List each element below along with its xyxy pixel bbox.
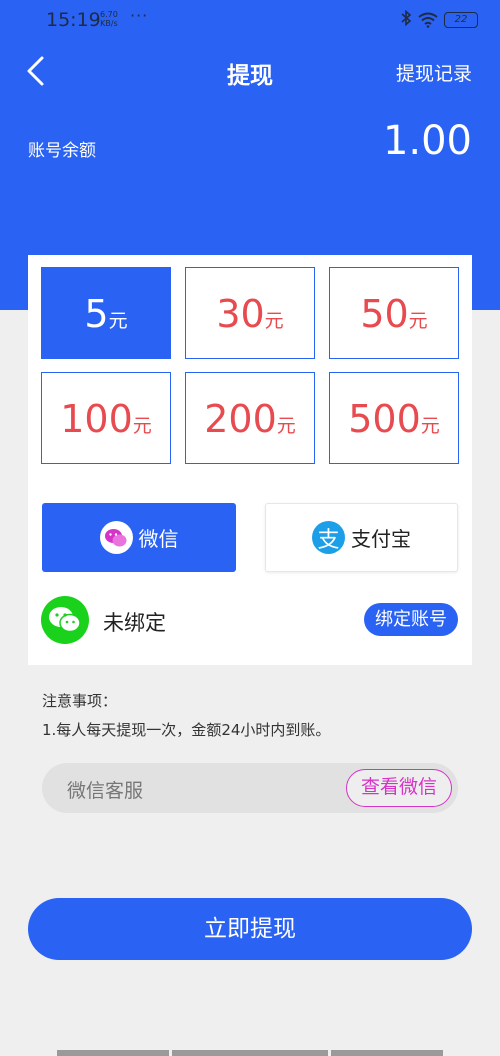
speed-value: 6.70 — [100, 10, 118, 19]
amount-unit: 元 — [408, 310, 428, 332]
amount-option[interactable]: 50 元 — [329, 267, 459, 359]
view-wechat-button[interactable]: 查看微信 — [346, 769, 452, 807]
notes-title: 注意事项： — [42, 692, 118, 710]
amount-unit: 元 — [132, 415, 152, 437]
notes-line: 1.每人每天提现一次，金额24小时内到账。 — [42, 721, 331, 739]
service-label: 微信客服 — [67, 780, 144, 802]
status-bar: 15:19 6.70 KB/s ··· 22 — [0, 0, 500, 40]
withdraw-now-button[interactable]: 立即提现 — [28, 898, 472, 960]
wechat-service-bar: 微信客服 查看微信 — [42, 763, 458, 813]
wechat-account-icon — [41, 596, 89, 644]
bottom-edge-segment — [331, 1050, 443, 1056]
bottom-edge-segment — [57, 1050, 169, 1056]
status-network-speed: 6.70 KB/s — [100, 10, 118, 28]
alipay-label: 支付宝 — [351, 527, 411, 551]
bluetooth-icon — [400, 9, 412, 30]
amount-unit: 元 — [108, 310, 128, 332]
amount-value: 100 — [60, 397, 133, 441]
amount-option[interactable]: 30 元 — [185, 267, 315, 359]
amount-value: 500 — [348, 397, 421, 441]
withdraw-card: 5元 30 元 50 元 100 元 200 元 500 元 微信 支 支付宝 未绑定 绑… — [28, 255, 472, 665]
amount-unit: 元 — [420, 415, 440, 437]
amount-value: 200 — [204, 397, 277, 441]
alipay-icon: 支 — [312, 521, 345, 554]
wechat-icon — [99, 521, 133, 554]
amount-value: 30 — [216, 292, 265, 336]
wifi-icon — [418, 12, 438, 28]
status-time: 15:19 — [46, 9, 101, 31]
amount-value: 5 — [84, 292, 109, 336]
amount-option[interactable]: 500 元 — [329, 372, 459, 464]
withdraw-records-link[interactable]: 提现记录 — [396, 59, 472, 86]
wechat-label: 微信 — [138, 527, 179, 551]
speed-unit: KB/s — [100, 19, 118, 28]
bottom-edge — [0, 1050, 500, 1056]
amount-value: 50 — [360, 292, 409, 336]
amount-option[interactable]: 5元 — [41, 267, 171, 359]
balance-label: 账号余额 — [28, 141, 96, 161]
bind-status-text: 未绑定 — [103, 611, 166, 635]
amount-option[interactable]: 200 元 — [185, 372, 315, 464]
pay-method-alipay-button[interactable]: 支 支付宝 — [265, 503, 458, 572]
pay-method-wechat-button[interactable]: 微信 — [42, 503, 236, 572]
battery-icon: 22 — [444, 12, 478, 28]
amount-unit: 元 — [276, 415, 296, 437]
amount-unit: 元 — [264, 310, 284, 332]
balance-value: 1.00 — [382, 118, 472, 164]
status-more-icon: ··· — [130, 6, 149, 25]
bottom-edge-segment — [172, 1050, 328, 1056]
status-right-icons: 22 — [400, 9, 478, 30]
bind-account-button[interactable]: 绑定账号 — [364, 603, 458, 636]
amount-option[interactable]: 100 元 — [41, 372, 171, 464]
